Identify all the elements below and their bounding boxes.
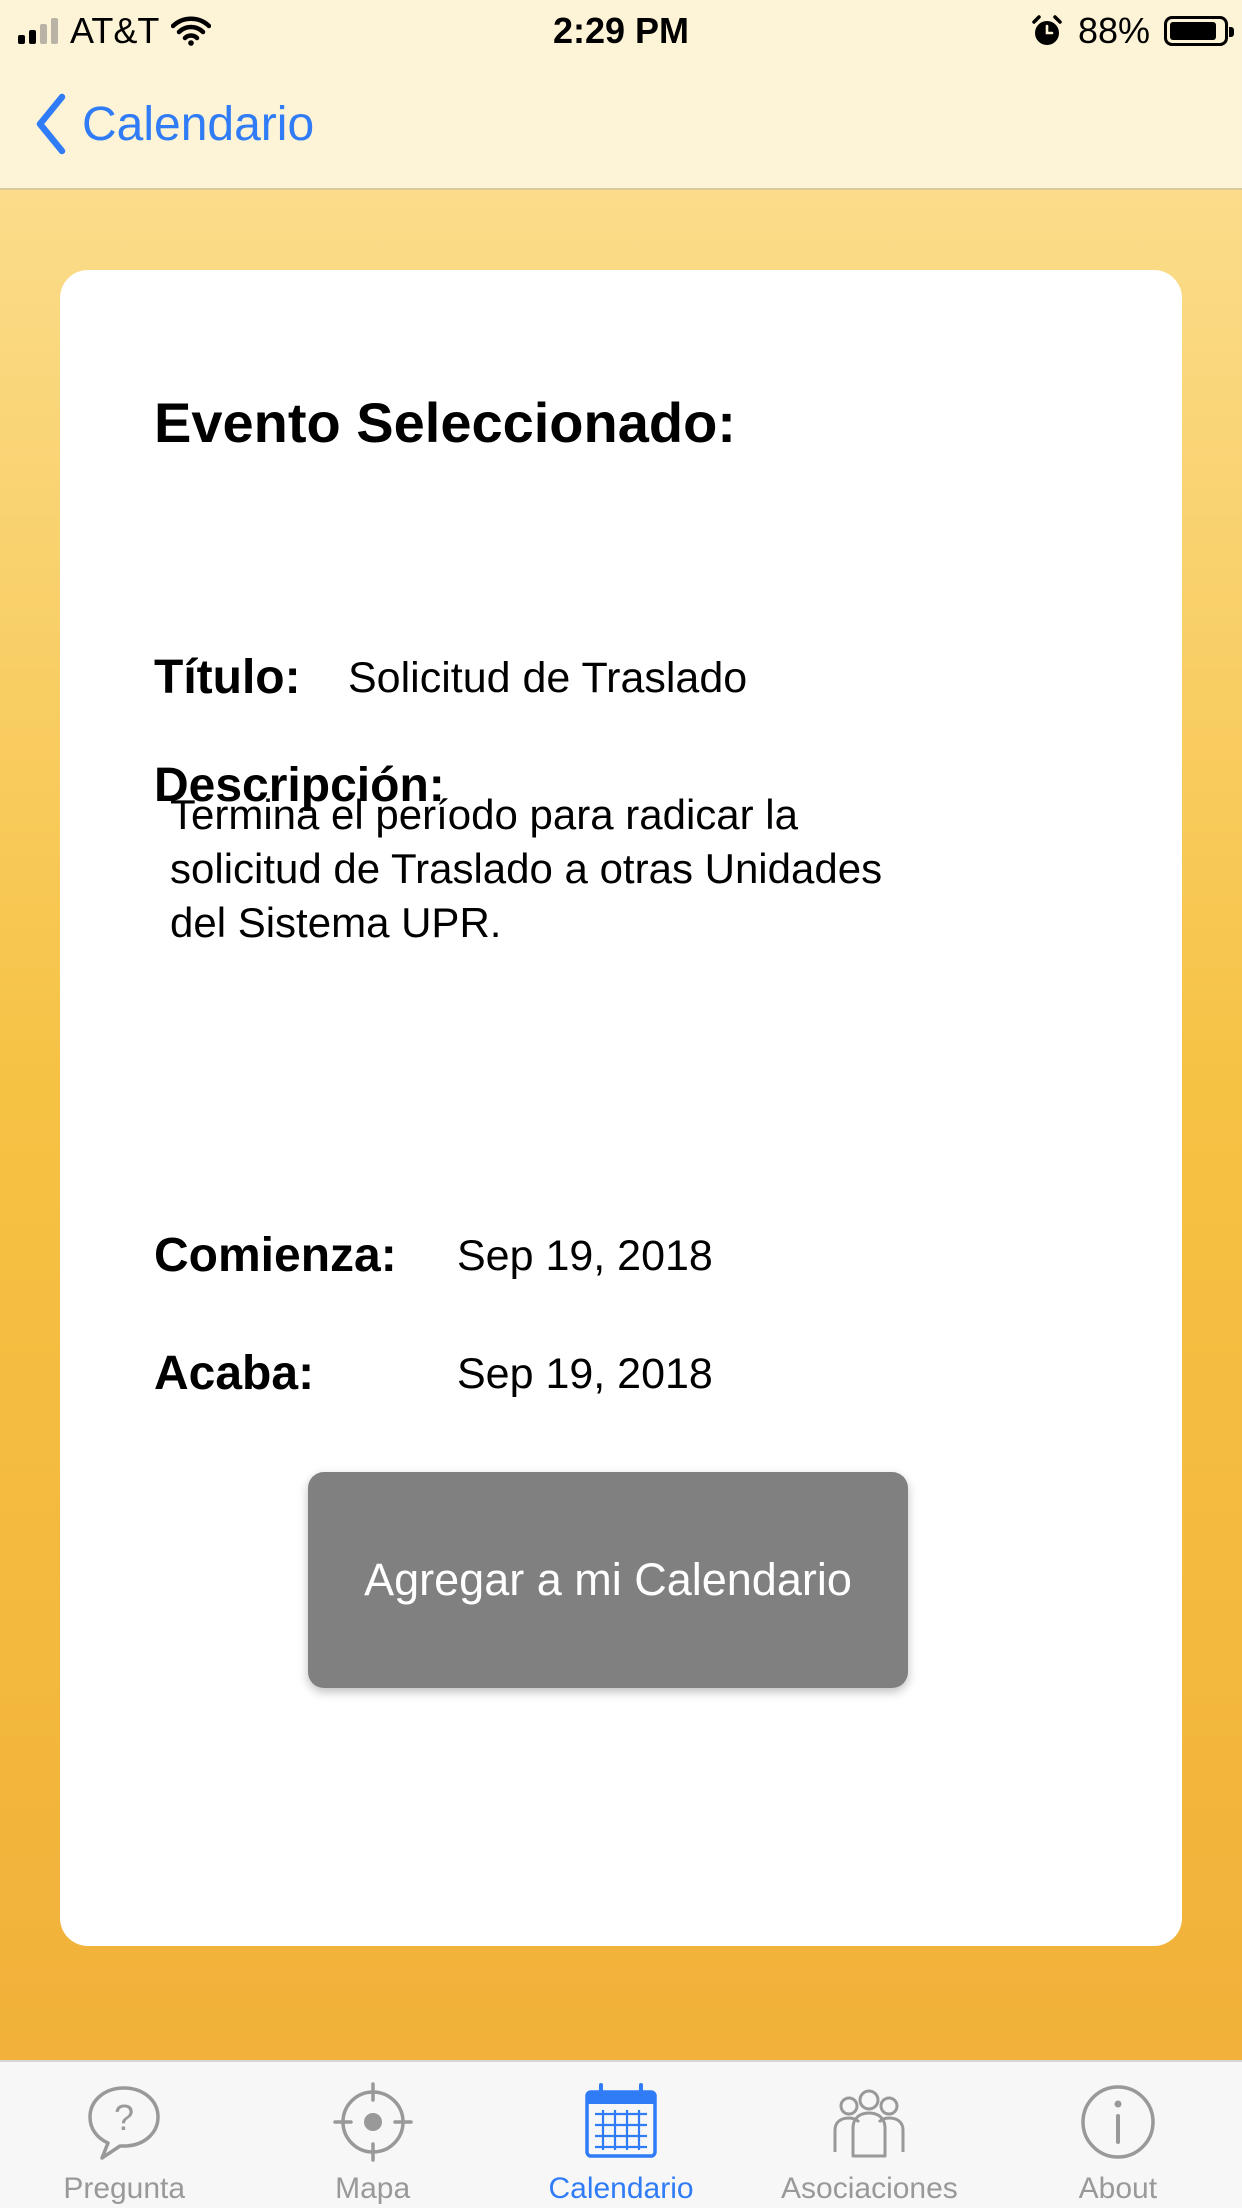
content-area: Evento Seleccionado: Título: Solicitud d… (0, 190, 1242, 2060)
status-right: 88% (1030, 10, 1234, 52)
tab-label: Mapa (335, 2172, 411, 2205)
crosshair-icon (332, 2082, 413, 2162)
tab-pregunta[interactable]: ? Pregunta (0, 2062, 248, 2208)
start-value: Sep 19, 2018 (457, 1232, 713, 1280)
battery-percent: 88% (1077, 10, 1150, 51)
tab-label: Calendario (548, 2172, 694, 2205)
svg-text:?: ? (114, 2097, 134, 2138)
back-button-label: Calendario (82, 97, 315, 151)
tab-label: Pregunta (63, 2172, 186, 2205)
end-label: Acaba: (154, 1347, 315, 1400)
tab-about[interactable]: About (994, 2062, 1242, 2208)
description-text: Termina el período para radicar la solic… (170, 791, 883, 946)
people-group-icon (833, 2089, 905, 2158)
end-value: Sep 19, 2018 (457, 1350, 713, 1398)
battery-icon (1164, 16, 1234, 46)
start-label: Comienza: (154, 1229, 397, 1282)
back-button[interactable]: Calendario (34, 92, 314, 156)
chevron-left-icon (36, 93, 66, 155)
navigation-bar: Calendario (0, 62, 1242, 190)
status-bar: AT&T 2:29 PM 88% (0, 0, 1242, 62)
add-to-calendar-button[interactable]: Agregar a mi Calendario (308, 1472, 908, 1688)
info-icon (1081, 2085, 1155, 2159)
tab-asociaciones[interactable]: Asociaciones (745, 2062, 993, 2208)
title-label: Título: (154, 651, 301, 704)
battery-level (1170, 22, 1216, 40)
title-value: Solicitud de Traslado (348, 654, 748, 702)
tab-label: About (1078, 2172, 1158, 2205)
tab-label: Asociaciones (781, 2172, 958, 2205)
tab-bar: ? Pregunta Mapa Calendario Asociaciones (0, 2060, 1242, 2208)
event-heading: Evento Seleccionado: (154, 391, 736, 454)
tab-mapa[interactable]: Mapa (248, 2062, 496, 2208)
question-bubble-icon: ? (88, 2086, 160, 2160)
event-card: Evento Seleccionado: Título: Solicitud d… (60, 270, 1182, 1946)
alarm-icon (1032, 15, 1062, 45)
calendar-icon (585, 2083, 657, 2158)
tab-calendario[interactable]: Calendario (497, 2062, 745, 2208)
